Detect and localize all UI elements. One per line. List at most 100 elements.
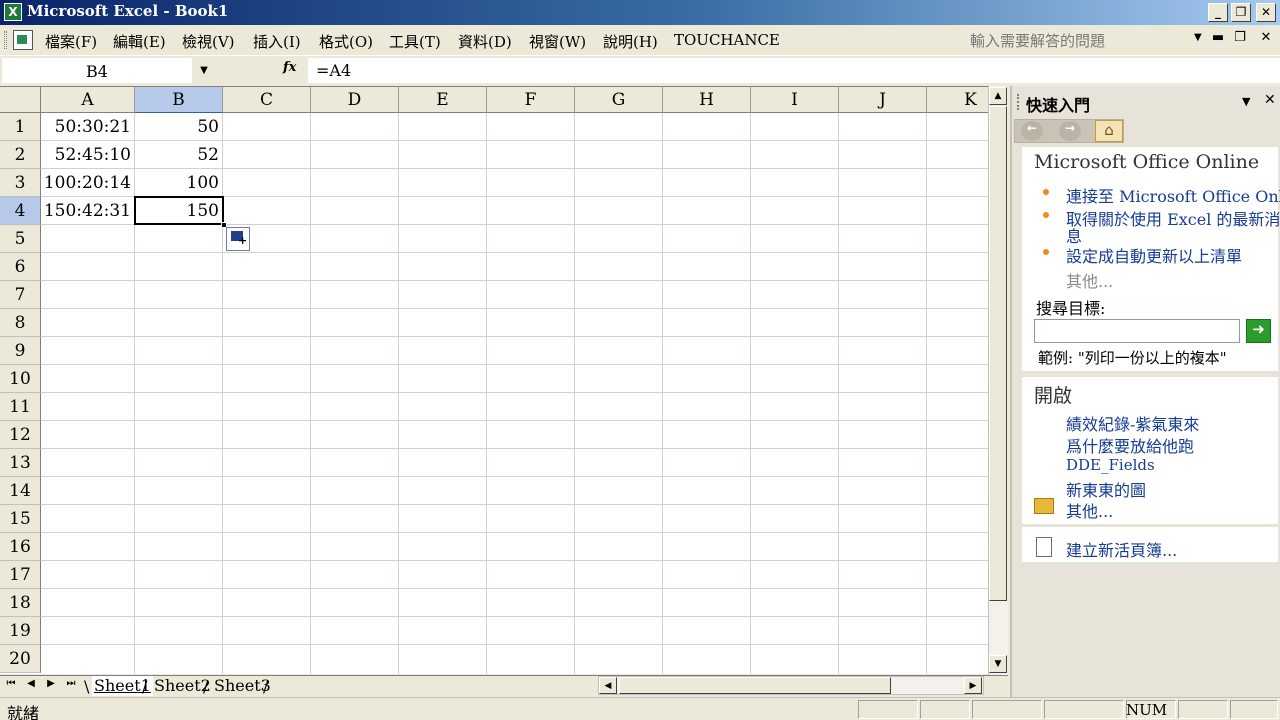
menu-data[interactable]: 資料(D): [458, 31, 512, 52]
scroll-right-icon[interactable]: ▶: [964, 677, 982, 694]
column-header-j[interactable]: J: [839, 87, 927, 113]
column-header-d[interactable]: D: [311, 87, 399, 113]
minimize-button[interactable]: _: [1208, 3, 1228, 22]
column-header-i[interactable]: I: [751, 87, 839, 113]
home-icon[interactable]: ⌂: [1095, 120, 1123, 142]
row-header-6[interactable]: 6: [0, 253, 41, 281]
column-header-b[interactable]: B: [135, 87, 223, 113]
row-header-9[interactable]: 9: [0, 337, 41, 365]
row-header-1[interactable]: 1: [0, 113, 41, 141]
row-header-17[interactable]: 17: [0, 561, 41, 589]
vertical-scroll-thumb[interactable]: [989, 106, 1007, 601]
column-header-k[interactable]: K: [927, 87, 988, 113]
insert-function-icon[interactable]: fx: [283, 60, 296, 75]
gridline: [838, 113, 839, 674]
help-question-input[interactable]: 輸入需要解答的問題: [970, 30, 1190, 50]
row-header-14[interactable]: 14: [0, 477, 41, 505]
row-header-12[interactable]: 12: [0, 421, 41, 449]
row-header-4[interactable]: 4: [0, 197, 41, 225]
cell-a2[interactable]: 52:45:10: [41, 141, 135, 169]
name-box-dropdown-icon[interactable]: ▼: [195, 58, 213, 83]
forward-icon[interactable]: →: [1059, 121, 1081, 141]
row-header-2[interactable]: 2: [0, 141, 41, 169]
recent-file-1[interactable]: 績效紀錄-紫氣東來: [1066, 411, 1199, 435]
recent-file-2[interactable]: 爲什麼要放給他跑: [1066, 433, 1194, 457]
workbook-icon[interactable]: [13, 30, 33, 50]
menu-touchance[interactable]: TOUCHANCE: [674, 31, 780, 49]
worksheet-grid[interactable]: A B C D E F G H I J K 1 2 3 4 5 6 7 8 9 …: [0, 86, 988, 674]
menu-window[interactable]: 視窗(W): [529, 31, 586, 52]
row-header-16[interactable]: 16: [0, 533, 41, 561]
name-box[interactable]: B4: [2, 58, 192, 83]
row-header-19[interactable]: 19: [0, 617, 41, 645]
column-header-g[interactable]: G: [575, 87, 663, 113]
gridline: [750, 113, 751, 674]
last-sheet-icon[interactable]: ⏭: [63, 678, 79, 689]
row-header-18[interactable]: 18: [0, 589, 41, 617]
menu-insert[interactable]: 插入(I): [253, 31, 301, 52]
workbook-restore-button[interactable]: ❐: [1232, 30, 1248, 45]
next-sheet-icon[interactable]: ▶: [43, 678, 59, 689]
row-header-3[interactable]: 3: [0, 169, 41, 197]
cell-a3[interactable]: 100:20:14: [41, 169, 135, 197]
task-pane-menu-icon[interactable]: ▼: [1242, 95, 1250, 108]
workbook-minimize-button[interactable]: ▬: [1210, 30, 1226, 45]
help-dropdown-icon[interactable]: ▼: [1194, 32, 1202, 43]
link-more-online[interactable]: 其他...: [1066, 268, 1113, 292]
close-button[interactable]: ✕: [1256, 3, 1276, 22]
cell-b1[interactable]: 50: [135, 113, 223, 141]
vertical-scrollbar[interactable]: ▲ ▼: [988, 86, 1008, 675]
column-header-c[interactable]: C: [223, 87, 311, 113]
row-header-11[interactable]: 11: [0, 393, 41, 421]
column-header-f[interactable]: F: [487, 87, 575, 113]
cell-b2[interactable]: 52: [135, 141, 223, 169]
link-latest-news[interactable]: 取得關於使用 Excel 的最新消: [1066, 206, 1280, 230]
row-header-15[interactable]: 15: [0, 505, 41, 533]
workbook-close-button[interactable]: ✕: [1258, 30, 1274, 45]
auto-fill-options-icon[interactable]: [226, 227, 250, 251]
active-cell-border[interactable]: [134, 196, 224, 225]
first-sheet-icon[interactable]: ⏮: [3, 678, 19, 689]
select-all-corner[interactable]: [0, 87, 41, 113]
menu-help[interactable]: 說明(H): [603, 31, 658, 52]
task-pane-grip[interactable]: [1017, 94, 1019, 110]
gridline: [41, 532, 988, 533]
status-bar: 就緒 NUM: [0, 697, 1280, 720]
search-target-input[interactable]: [1034, 319, 1240, 343]
scroll-down-icon[interactable]: ▼: [989, 655, 1007, 673]
open-more-link[interactable]: 其他...: [1066, 498, 1113, 522]
cell-a4[interactable]: 150:42:31: [41, 197, 135, 225]
cell-a1[interactable]: 50:30:21: [41, 113, 135, 141]
tab-separator: \: [84, 677, 90, 696]
row-header-10[interactable]: 10: [0, 365, 41, 393]
horizontal-scroll-thumb[interactable]: [619, 677, 891, 694]
task-pane-close-icon[interactable]: ✕: [1264, 92, 1276, 108]
prev-sheet-icon[interactable]: ◀: [23, 678, 39, 689]
cell-b3[interactable]: 100: [135, 169, 223, 197]
menu-file[interactable]: 檔案(F): [45, 31, 97, 52]
horizontal-scrollbar[interactable]: ◀ ▶: [598, 676, 984, 695]
link-auto-update[interactable]: 設定成自動更新以上清單: [1066, 243, 1242, 267]
row-header-5[interactable]: 5: [0, 225, 41, 253]
restore-button[interactable]: ❐: [1231, 3, 1251, 22]
formula-input[interactable]: =A4: [308, 58, 1280, 83]
row-header-20[interactable]: 20: [0, 645, 41, 673]
menu-format[interactable]: 格式(O): [319, 31, 373, 52]
menu-view[interactable]: 檢視(V): [182, 31, 235, 52]
row-header-7[interactable]: 7: [0, 281, 41, 309]
back-icon[interactable]: ←: [1021, 121, 1043, 141]
scroll-up-icon[interactable]: ▲: [989, 87, 1007, 105]
new-workbook-link[interactable]: 建立新活頁簿...: [1066, 537, 1177, 561]
column-header-a[interactable]: A: [41, 87, 135, 113]
row-header-13[interactable]: 13: [0, 449, 41, 477]
row-header-8[interactable]: 8: [0, 309, 41, 337]
menu-tools[interactable]: 工具(T): [389, 31, 441, 52]
link-connect-office-online[interactable]: 連接至 Microsoft Office Online: [1066, 183, 1280, 207]
toolbar-grip[interactable]: [4, 31, 7, 49]
search-go-icon[interactable]: ➜: [1246, 319, 1271, 343]
scroll-left-icon[interactable]: ◀: [599, 677, 617, 694]
recent-file-3[interactable]: DDE_Fields: [1066, 456, 1155, 474]
menu-edit[interactable]: 編輯(E): [113, 31, 166, 52]
column-header-e[interactable]: E: [399, 87, 487, 113]
column-header-h[interactable]: H: [663, 87, 751, 113]
